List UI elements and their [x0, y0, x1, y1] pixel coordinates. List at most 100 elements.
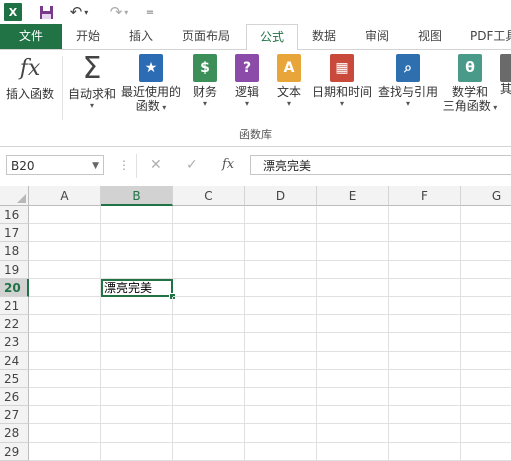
cell[interactable]: [29, 424, 101, 443]
column-header-g[interactable]: G: [461, 186, 511, 206]
cell[interactable]: [173, 242, 245, 261]
cell[interactable]: [245, 260, 317, 279]
insert-function-fx-icon[interactable]: fx: [222, 157, 234, 172]
cell[interactable]: [245, 351, 317, 370]
cell[interactable]: [461, 388, 511, 407]
insert-function-button[interactable]: fx 插入函数: [2, 54, 58, 102]
cell[interactable]: [101, 388, 173, 407]
name-box[interactable]: B20 ▼: [6, 155, 104, 175]
cell[interactable]: [173, 369, 245, 388]
cell[interactable]: [317, 260, 389, 279]
cell[interactable]: [461, 424, 511, 443]
cell[interactable]: [173, 333, 245, 352]
cell[interactable]: [461, 352, 511, 370]
cell[interactable]: [461, 224, 511, 243]
autosum-button[interactable]: Σ 自动求和 ▾: [66, 54, 118, 111]
cell[interactable]: [245, 315, 317, 334]
cell[interactable]: [101, 333, 173, 352]
cell[interactable]: [101, 206, 173, 225]
cell[interactable]: [29, 315, 101, 334]
cell[interactable]: [317, 424, 389, 443]
cell[interactable]: [173, 442, 245, 461]
tab-page-layout[interactable]: 页面布局: [168, 24, 244, 49]
cell[interactable]: [317, 242, 389, 261]
cell[interactable]: [461, 315, 511, 334]
row-header-16[interactable]: 16: [0, 206, 29, 225]
more-functions-button[interactable]: 其: [500, 54, 511, 96]
cell[interactable]: [389, 406, 461, 425]
cell[interactable]: [245, 424, 317, 443]
cell[interactable]: [389, 260, 461, 279]
cancel-icon[interactable]: ✕: [150, 157, 162, 173]
cell[interactable]: [101, 224, 173, 243]
cell[interactable]: [29, 442, 101, 461]
tab-formulas[interactable]: 公式: [246, 24, 298, 51]
cell[interactable]: [173, 424, 245, 443]
cell[interactable]: [29, 406, 101, 425]
enter-check-icon[interactable]: ✓: [186, 157, 198, 173]
row-header-29[interactable]: 29: [0, 442, 29, 461]
cell[interactable]: [173, 351, 245, 370]
cell[interactable]: [389, 224, 461, 243]
cell[interactable]: [101, 351, 173, 370]
select-all-corner[interactable]: [0, 186, 29, 206]
row-header-27[interactable]: 27: [0, 406, 29, 425]
cell[interactable]: [29, 369, 101, 388]
cell[interactable]: [461, 443, 511, 461]
cell[interactable]: [173, 297, 245, 316]
date-time-button[interactable]: ▦ 日期和时间 ▾: [310, 54, 374, 109]
save-icon[interactable]: [38, 3, 54, 21]
recently-used-button[interactable]: ★ 最近使用的 函数 ▾: [120, 54, 182, 115]
tab-file[interactable]: 文件: [0, 24, 62, 49]
cell[interactable]: [173, 260, 245, 279]
column-header-f[interactable]: F: [389, 186, 461, 206]
row-header-22[interactable]: 22: [0, 315, 29, 334]
cell[interactable]: [173, 224, 245, 243]
cell[interactable]: [173, 406, 245, 425]
cell[interactable]: [101, 242, 173, 261]
cell[interactable]: [245, 224, 317, 243]
tab-home[interactable]: 开始: [66, 24, 110, 49]
cell[interactable]: [245, 278, 317, 297]
row-header-28[interactable]: 28: [0, 424, 29, 443]
row-header-21[interactable]: 21: [0, 297, 29, 316]
redo-icon[interactable]: ↷ ▾: [106, 3, 132, 21]
cell[interactable]: [317, 297, 389, 316]
customize-qat-icon[interactable]: =: [144, 3, 156, 21]
cell[interactable]: [173, 278, 245, 297]
cell[interactable]: [317, 315, 389, 334]
column-header-e[interactable]: E: [317, 186, 389, 206]
active-cell[interactable]: 漂亮完美: [101, 278, 173, 297]
row-header-20[interactable]: 20: [0, 278, 29, 297]
cell[interactable]: [245, 297, 317, 316]
cell[interactable]: [317, 369, 389, 388]
cell[interactable]: [317, 406, 389, 425]
formula-input[interactable]: 漂亮完美: [250, 155, 511, 175]
cell[interactable]: [29, 224, 101, 243]
lookup-reference-button[interactable]: ⌕ 查找与引用 ▾: [376, 54, 440, 109]
cell[interactable]: [389, 297, 461, 316]
cell[interactable]: [29, 260, 101, 279]
logical-button[interactable]: ? 逻辑 ▾: [228, 54, 266, 109]
cell[interactable]: [389, 388, 461, 407]
cell[interactable]: [245, 442, 317, 461]
row-header-18[interactable]: 18: [0, 242, 29, 261]
row-header-17[interactable]: 17: [0, 224, 29, 243]
cell[interactable]: [101, 406, 173, 425]
cell[interactable]: [245, 242, 317, 261]
financial-button[interactable]: $ 财务 ▾: [186, 54, 224, 109]
cell[interactable]: [461, 297, 511, 316]
column-header-d[interactable]: D: [245, 186, 317, 206]
cell[interactable]: [317, 351, 389, 370]
cell[interactable]: [389, 333, 461, 352]
cell[interactable]: [245, 406, 317, 425]
tab-pdf-tools[interactable]: PDF工具: [462, 24, 511, 49]
row-header-23[interactable]: 23: [0, 333, 29, 352]
cell[interactable]: [317, 224, 389, 243]
cell[interactable]: [317, 206, 389, 225]
cell[interactable]: [461, 206, 511, 225]
row-header-26[interactable]: 26: [0, 388, 29, 407]
cell[interactable]: [389, 242, 461, 261]
cell[interactable]: [317, 333, 389, 352]
cell[interactable]: [29, 333, 101, 352]
